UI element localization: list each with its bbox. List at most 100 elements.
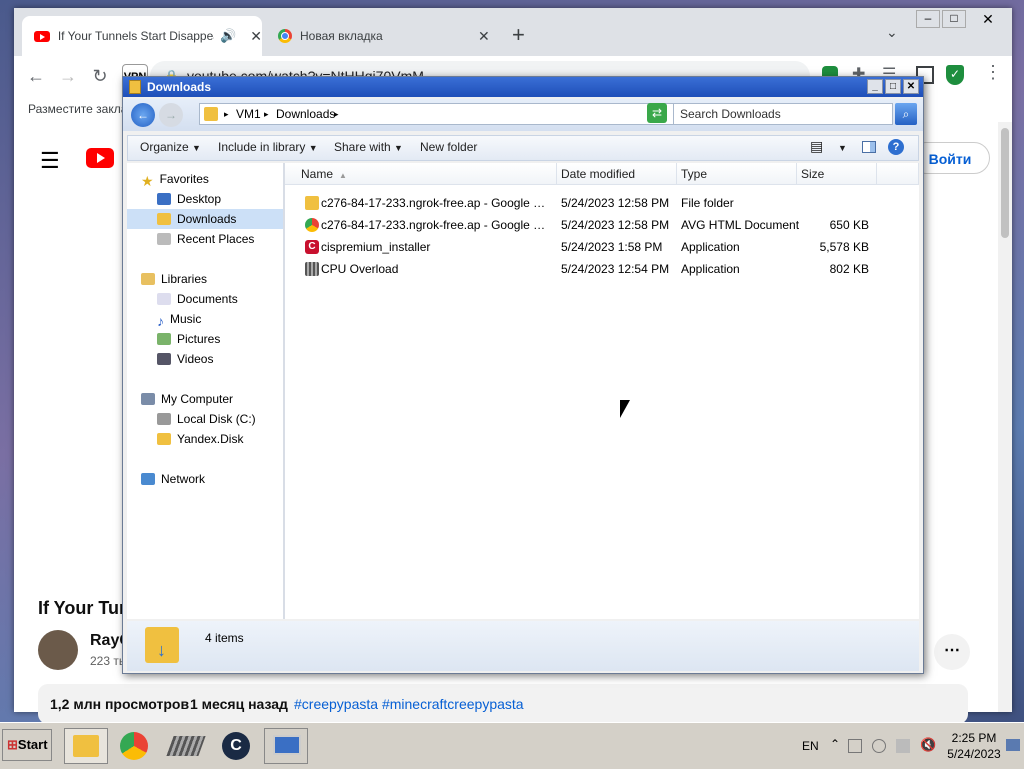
minimize-icon[interactable]: _ [867,79,883,94]
tab-close-icon[interactable]: ✕ [478,28,490,45]
include-in-library-button[interactable]: Include in library ▼ [218,140,318,154]
column-date[interactable]: Date modified [557,163,677,185]
nav-local-disk[interactable]: Local Disk (C:) [157,409,256,429]
upload-age: 1 месяц назад [190,696,288,712]
nav-recent-places[interactable]: Recent Places [157,229,254,249]
tray-expand-icon[interactable]: ⌃ [830,737,840,751]
security-tray-icon[interactable] [848,739,862,753]
nav-favorites[interactable]: ★ Favorites [141,169,209,189]
nav-label: Recent Places [177,232,255,246]
back-icon[interactable]: ← [131,103,155,127]
column-type[interactable]: Type [677,163,797,185]
nav-music[interactable]: ♪ Music [157,309,201,329]
nav-my-computer[interactable]: My Computer [141,389,233,409]
explorer-titlebar[interactable]: Downloads _ □ ✕ [123,77,923,97]
maximize-icon[interactable]: □ [942,10,966,28]
adblock-check-icon[interactable]: ✓ [946,65,964,85]
chevron-down-icon: ▼ [308,143,318,153]
language-indicator[interactable]: EN [802,739,819,753]
organize-button[interactable]: Organize ▼ [140,140,201,154]
close-icon[interactable]: ✕ [968,10,1008,28]
nav-pictures[interactable]: Pictures [157,329,220,349]
new-folder-button[interactable]: New folder [420,140,477,154]
taskbar-ccleaner[interactable]: C [214,728,258,764]
preview-pane-icon[interactable] [862,141,876,153]
tab-new[interactable]: Новая вкладка ✕ [266,16,496,56]
minimize-icon[interactable]: – [916,10,940,28]
tab-close-icon[interactable]: ✕ [250,28,262,45]
file-row[interactable]: C cispremium_installer 5/24/2023 1:58 PM… [285,236,919,258]
hamburger-menu-icon[interactable]: ☰ [40,148,60,174]
nav-libraries[interactable]: Libraries [141,269,207,289]
window-title: Downloads [147,80,212,94]
nav-label: Music [170,312,202,326]
chevron-right-icon[interactable]: ▸ [334,104,339,124]
warning-tray-icon[interactable] [872,739,886,753]
file-name: c276-84-17-233.ngrok-free.ap - Google Se… [321,196,553,210]
file-row[interactable]: CPU Overload 5/24/2023 12:54 PM Applicat… [285,258,919,280]
documents-icon [157,293,171,305]
speaker-icon[interactable]: 🔊 [220,28,236,44]
breadcrumb[interactable]: ▸ VM1 ▸ Downloads ▸ ▼ [199,103,711,125]
nav-desktop[interactable]: Desktop [157,189,221,209]
file-row[interactable]: c276-84-17-233.ngrok-free.ap - Google Se… [285,192,919,214]
breadcrumb-downloads[interactable]: Downloads [276,104,335,124]
chevron-right-icon[interactable]: ▸ [264,104,269,124]
taskbar-computer[interactable] [264,728,308,764]
maximize-icon[interactable]: □ [885,79,901,94]
nav-network[interactable]: Network [141,469,205,489]
taskbar-explorer[interactable] [64,728,108,764]
channel-avatar[interactable] [38,630,78,670]
page-scrollbar[interactable] [998,122,1012,712]
more-actions-icon[interactable]: ⋯ [934,634,970,670]
refresh-icon[interactable]: ⇄ [647,103,667,123]
reload-icon[interactable]: ↻ [86,62,114,90]
nav-yandex-disk[interactable]: Yandex.Disk [157,429,243,449]
clock-date[interactable]: 5/24/2023 [944,747,1004,761]
scroll-thumb[interactable] [1001,128,1009,238]
taskbar-chrome[interactable] [112,728,156,764]
youtube-favicon-icon [34,30,50,42]
comodo-installer-icon: C [305,240,319,254]
volume-muted-icon[interactable]: 🔇 [920,737,936,753]
search-input[interactable]: Search Downloads [673,103,893,125]
clock-time[interactable]: 2:25 PM [948,731,1000,745]
search-icon[interactable]: ⌕ [895,103,917,125]
youtube-logo-icon[interactable] [86,148,114,168]
downloads-folder-icon [157,213,171,225]
nav-videos[interactable]: Videos [157,349,213,369]
nav-label: Yandex.Disk [177,432,244,446]
view-options-icon[interactable]: ▤ [810,138,823,155]
taskbar-cpu-app[interactable] [164,728,208,764]
chevron-right-icon[interactable]: ▸ [224,104,229,124]
breadcrumb-vm1[interactable]: VM1 [236,104,261,124]
start-button[interactable]: ⊞Start [2,729,52,761]
file-type: File folder [681,196,734,210]
file-type: Application [681,262,740,276]
tab-search-icon[interactable]: ⌄ [886,24,898,41]
column-size[interactable]: Size [797,163,877,185]
back-icon[interactable]: ← [22,62,50,90]
help-icon[interactable]: ? [888,139,904,155]
nav-documents[interactable]: Documents [157,289,238,309]
close-icon[interactable]: ✕ [903,79,919,94]
description-box[interactable]: 1,2 млн просмотров 1 месяц назад #creepy… [38,684,968,724]
forward-icon[interactable]: → [54,62,82,90]
sort-ascending-icon: ▲ [339,171,347,180]
tab-youtube[interactable]: If Your Tunnels Start Disappear 🔊 ✕ [22,16,262,56]
show-desktop-icon[interactable] [1006,739,1020,751]
nav-downloads[interactable]: Downloads [127,209,283,229]
network-tray-icon[interactable] [896,739,910,753]
bookmarks-hint: Разместите заклад [28,102,135,116]
organize-label: Organize [140,140,189,154]
column-name[interactable]: Name ▲ [285,163,557,185]
chevron-down-icon[interactable]: ▼ [838,143,847,153]
new-tab-icon[interactable]: + [512,22,525,48]
share-with-button[interactable]: Share with ▼ [334,140,403,154]
file-name: c276-84-17-233.ngrok-free.ap - Google Se… [321,218,553,232]
videos-icon [157,353,171,365]
file-row[interactable]: c276-84-17-233.ngrok-free.ap - Google Se… [285,214,919,236]
forward-icon[interactable]: → [159,103,183,127]
menu-dots-icon[interactable]: ⋮ [984,62,1002,83]
hashtags[interactable]: #creepypasta #minecraftcreepypasta [294,696,524,712]
